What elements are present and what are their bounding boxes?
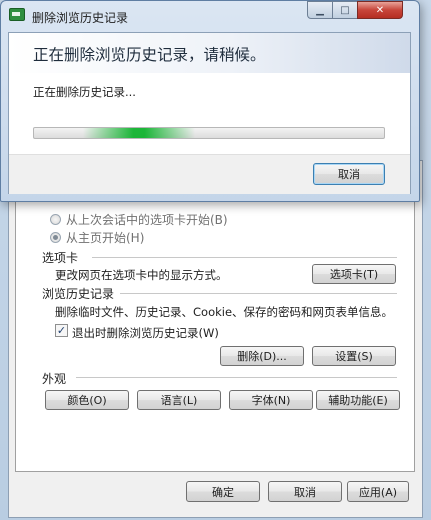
history-section-title: 浏览历史记录 [42,287,115,301]
radio-button-icon[interactable] [50,214,61,225]
tabs-section-title: 选项卡 [42,251,79,265]
checkmark-icon: ✓ [56,324,67,337]
dialog-button-band: 取消 [9,154,410,194]
tabs-description: 更改网页在选项卡中的显示方式。 [55,268,228,282]
history-description: 删除临时文件、历史记录、Cookie、保存的密码和网页表单信息。 [55,305,394,319]
history-settings-button[interactable]: 设置(S) [312,346,396,366]
maximize-button[interactable]: □ [332,1,358,19]
minimize-button[interactable]: ▁ [307,1,333,19]
radio-last-session-label: 从上次会话中的选项卡开始(B) [66,213,228,227]
dialog-header-band: 正在删除浏览历史记录，请稍候。 [9,33,410,73]
appearance-section-title: 外观 [42,372,67,386]
radio-home-label: 从主页开始(H) [66,231,145,245]
delete-history-button[interactable]: 删除(D)... [220,346,304,366]
dialog-title: 删除浏览历史记录 [32,11,129,25]
close-icon: ✕ [375,4,385,16]
dialog-title-bar[interactable]: 删除浏览历史记录 ▁ □ ✕ [1,1,419,31]
dialog-header-text: 正在删除浏览历史记录，请稍候。 [33,46,266,64]
minimize-icon: ▁ [316,4,324,16]
delete-on-exit-label: 退出时删除浏览历史记录(W) [72,326,219,340]
ok-button[interactable]: 确定 [186,481,260,502]
section-divider [92,257,397,258]
radio-home[interactable]: 从主页开始(H) [50,229,144,246]
cancel-button[interactable]: 取消 [268,481,342,502]
delete-history-dialog: 删除浏览历史记录 ▁ □ ✕ 正在删除浏览历史记录，请稍候。 正在删除历史记录.… [0,0,420,202]
radio-button-checked-icon[interactable] [50,232,61,243]
languages-button[interactable]: 语言(L) [137,390,221,410]
delete-on-exit-checkbox[interactable]: ✓ [55,324,68,337]
browser-history-icon [9,8,25,21]
progress-bar [33,127,385,139]
section-divider [76,377,397,378]
dialog-cancel-button[interactable]: 取消 [313,163,385,185]
dialog-body: 正在删除浏览历史记录，请稍候。 正在删除历史记录... 取消 [8,32,411,194]
radio-last-session[interactable]: 从上次会话中的选项卡开始(B) [50,211,228,228]
tabs-settings-button[interactable]: 选项卡(T) [312,264,396,284]
progress-bar-fill [83,128,195,138]
section-divider [120,293,397,294]
dialog-status-text: 正在删除历史记录... [33,85,136,99]
accessibility-button[interactable]: 辅助功能(E) [316,390,400,410]
close-button[interactable]: ✕ [357,1,403,19]
colors-button[interactable]: 颜色(O) [45,390,129,410]
apply-button[interactable]: 应用(A) [347,481,409,502]
fonts-button[interactable]: 字体(N) [229,390,313,410]
maximize-icon: □ [340,4,350,16]
